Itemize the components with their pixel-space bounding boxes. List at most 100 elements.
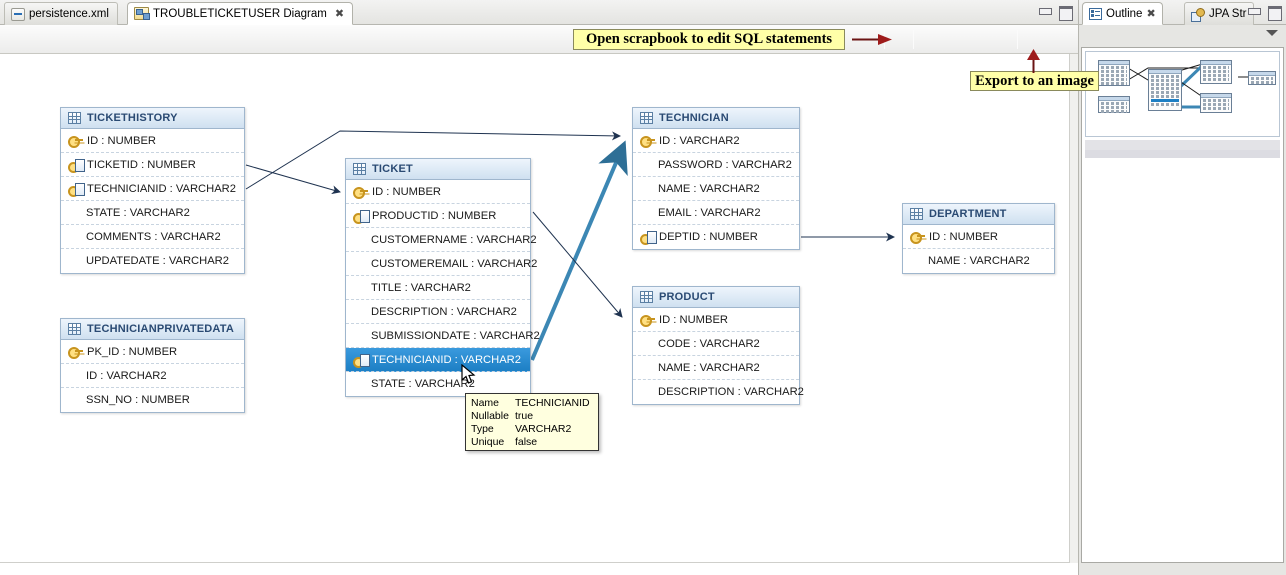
attribute-row[interactable]: TECHNICIANID : VARCHAR2 — [61, 177, 244, 201]
outline-mini-entity — [1148, 69, 1182, 111]
entity-technician[interactable]: TECHNICIAN ID : VARCHAR2 PASSWORD : VARC… — [632, 107, 800, 250]
attribute-row[interactable]: DESCRIPTION : VARCHAR2 — [346, 300, 530, 324]
attribute-label: ID : NUMBER — [372, 185, 441, 198]
view-menu-icon[interactable] — [1266, 30, 1278, 36]
outline-divider — [1085, 140, 1280, 150]
minimize-button[interactable] — [1247, 5, 1261, 18]
table-icon — [910, 208, 923, 220]
outline-mini-entity — [1200, 60, 1232, 84]
attribute-label: DESCRIPTION : VARCHAR2 — [371, 305, 517, 318]
outline-mini-header — [1099, 61, 1129, 65]
attribute-tooltip: Name TECHNICIANID Nullable true Type VAR… — [465, 393, 599, 451]
annotation-arrow-up — [1027, 49, 1040, 73]
primary-key-icon — [640, 314, 655, 327]
tooltip-value: VARCHAR2 — [514, 423, 572, 435]
relation-tickethistory-ticket — [245, 164, 341, 195]
attribute-row[interactable]: STATE : VARCHAR2 — [61, 201, 244, 225]
annotation-text: Export to an image — [975, 72, 1094, 89]
toolbar-separator — [913, 30, 914, 49]
outline-view-panel: Outline ✖ JPA Str — [1078, 0, 1286, 575]
attribute-row[interactable]: SUBMISSIONDATE : VARCHAR2 — [346, 324, 540, 348]
entity-header: PRODUCT — [633, 287, 799, 308]
outline-shade — [1085, 150, 1280, 158]
entity-title: TECHNICIANPRIVATEDATA — [87, 323, 234, 335]
entity-product[interactable]: PRODUCT ID : NUMBER CODE : VARCHAR2 NAME… — [632, 286, 804, 405]
attribute-row[interactable]: COMMENTS : VARCHAR2 — [61, 225, 244, 249]
attribute-label: STATE : VARCHAR2 — [371, 378, 475, 390]
attribute-label: CODE : VARCHAR2 — [658, 337, 760, 350]
attribute-label: UPDATEDATE : VARCHAR2 — [86, 255, 229, 267]
attribute-row[interactable]: NAME : VARCHAR2 — [633, 177, 799, 201]
outline-content[interactable] — [1081, 47, 1284, 563]
attribute-label: NAME : VARCHAR2 — [658, 182, 760, 195]
entity-title: TICKETHISTORY — [87, 112, 178, 124]
attribute-row[interactable]: TICKETID : NUMBER — [61, 153, 244, 177]
maximize-button[interactable] — [1058, 5, 1073, 21]
tab-label: JPA Str — [1209, 8, 1247, 20]
attribute-row[interactable]: CUSTOMEREMAIL : VARCHAR2 — [346, 252, 537, 276]
attribute-row[interactable]: UPDATEDATE : VARCHAR2 — [61, 249, 244, 273]
foreign-key-icon — [640, 231, 657, 245]
table-icon — [640, 291, 653, 303]
attribute-row[interactable]: NAME : VARCHAR2 — [903, 249, 1054, 273]
annotation-scrapbook: Open scrapbook to edit SQL statements — [573, 29, 845, 50]
tab-jpa-structure[interactable]: JPA Str — [1184, 2, 1254, 25]
attribute-row[interactable]: NAME : VARCHAR2 — [633, 356, 799, 380]
attribute-label: DESCRIPTION : VARCHAR2 — [658, 386, 804, 398]
canvas-scroll-gutter[interactable] — [1070, 54, 1078, 563]
editor-window-buttons — [1038, 5, 1073, 21]
attribute-row[interactable]: ID : VARCHAR2 — [633, 129, 799, 153]
diagram-toolbar: 100% — [0, 25, 1078, 73]
relation-ticket-technician — [530, 140, 628, 361]
attribute-row[interactable]: ID : NUMBER — [903, 225, 1054, 249]
entity-tickethistory[interactable]: TICKETHISTORY ID : NUMBER TICKETID : NUM… — [60, 107, 245, 274]
tab-outline[interactable]: Outline ✖ — [1082, 2, 1163, 25]
outline-thumbnail[interactable] — [1085, 51, 1280, 137]
entity-technicianprivatedata[interactable]: TECHNICIANPRIVATEDATA PK_ID : NUMBER ID … — [60, 318, 245, 413]
attribute-row-selected[interactable]: TECHNICIANID : VARCHAR2 — [346, 348, 530, 372]
attribute-row[interactable]: TITLE : VARCHAR2 — [346, 276, 530, 300]
attribute-row[interactable]: CUSTOMERNAME : VARCHAR2 — [346, 228, 537, 252]
attribute-row[interactable]: DEPTID : NUMBER — [633, 225, 799, 249]
entity-ticket[interactable]: TICKET ID : NUMBER PRODUCTID : NUMBER CU… — [345, 158, 540, 397]
mouse-cursor-icon — [461, 364, 476, 384]
attribute-row[interactable]: PK_ID : NUMBER — [61, 340, 244, 364]
maximize-button[interactable] — [1267, 5, 1282, 21]
tooltip-key: Type — [471, 423, 494, 435]
attribute-row[interactable]: PRODUCTID : NUMBER — [346, 204, 530, 228]
table-icon — [68, 323, 81, 335]
attribute-row[interactable]: PASSWORD : VARCHAR2 — [633, 153, 799, 177]
attribute-label: STATE : VARCHAR2 — [86, 206, 190, 219]
tab-troubleticketuser-diagram[interactable]: TROUBLETICKETUSER Diagram ✖ — [127, 2, 354, 25]
entity-department[interactable]: DEPARTMENT ID : NUMBER NAME : VARCHAR2 — [902, 203, 1055, 274]
entity-title: TICKET — [372, 163, 413, 175]
attribute-row[interactable]: CODE : VARCHAR2 — [633, 332, 799, 356]
attribute-label: PRODUCTID : NUMBER — [372, 209, 497, 222]
tab-label: Outline — [1106, 7, 1143, 20]
close-icon[interactable]: ✖ — [335, 7, 344, 20]
editor-tab-bar: persistence.xml TROUBLETICKETUSER Diagra… — [0, 0, 1078, 25]
tooltip-row: Name TECHNICIANID — [471, 397, 596, 410]
tooltip-value: false — [514, 436, 538, 448]
tooltip-value: TECHNICIANID — [514, 397, 590, 409]
diagram-canvas[interactable]: TICKETHISTORY ID : NUMBER TICKETID : NUM… — [0, 54, 1070, 563]
tab-persistence-xml[interactable]: persistence.xml — [4, 2, 118, 25]
attribute-label: PK_ID : NUMBER — [87, 345, 178, 358]
attribute-row[interactable]: EMAIL : VARCHAR2 — [633, 201, 799, 225]
attribute-row[interactable]: SSN_NO : NUMBER — [61, 388, 244, 412]
attribute-label: ID : NUMBER — [929, 230, 998, 243]
attribute-label: TITLE : VARCHAR2 — [371, 281, 471, 294]
attribute-row[interactable]: ID : VARCHAR2 — [61, 364, 244, 388]
attribute-row[interactable]: DESCRIPTION : VARCHAR2 — [633, 380, 804, 404]
foreign-key-icon — [353, 209, 370, 224]
attribute-row[interactable]: ID : NUMBER — [61, 129, 244, 153]
entity-header: TECHNICIANPRIVATEDATA — [61, 319, 244, 340]
primary-key-icon — [910, 231, 925, 244]
minimize-button[interactable] — [1038, 5, 1052, 18]
close-icon[interactable]: ✖ — [1146, 7, 1155, 20]
outline-mini-entity — [1098, 60, 1130, 86]
table-icon — [353, 163, 366, 175]
tooltip-value: true — [514, 410, 534, 422]
attribute-row[interactable]: ID : NUMBER — [633, 308, 799, 332]
attribute-row[interactable]: ID : NUMBER — [346, 180, 530, 204]
